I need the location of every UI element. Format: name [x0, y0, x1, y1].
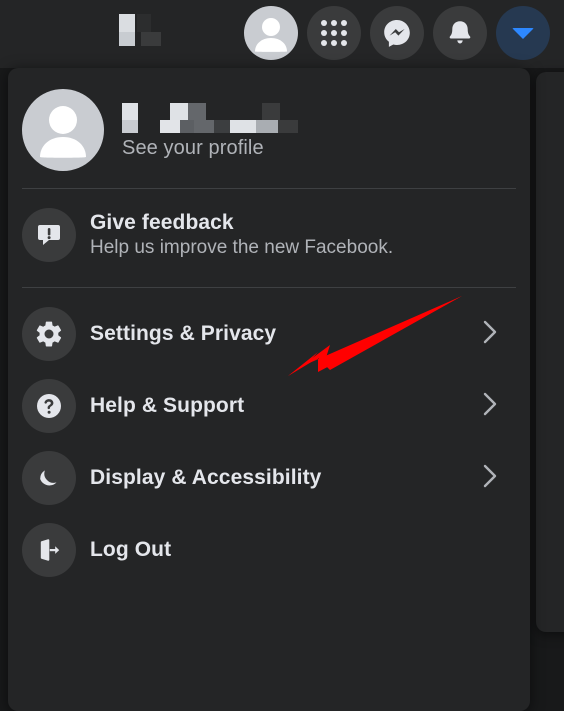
account-caret-button[interactable] — [496, 6, 550, 60]
feedback-icon — [38, 225, 60, 245]
topbar-name-redaction — [119, 14, 165, 52]
gear-icon — [36, 321, 62, 347]
divider — [22, 287, 516, 288]
account-dropdown-menu: See your profile Give feedback Help us i… — [8, 68, 530, 711]
notifications-button[interactable] — [433, 6, 487, 60]
person-icon — [255, 18, 287, 52]
background-panel-edge — [536, 72, 564, 632]
messenger-icon — [384, 20, 410, 47]
menu-item-display-accessibility[interactable]: Display & Accessibility — [8, 442, 530, 514]
chevron-right-icon — [478, 317, 502, 352]
menu-item-log-out[interactable]: Log Out — [8, 514, 530, 586]
see-your-profile-row[interactable]: See your profile — [8, 68, 530, 172]
person-icon — [40, 106, 86, 158]
chevron-down-icon — [512, 27, 534, 39]
menu-item-title: Settings & Privacy — [90, 322, 277, 345]
menu-item-title: Log Out — [90, 538, 172, 561]
logout-door-icon — [40, 539, 60, 561]
topbar-icon-group — [244, 6, 550, 60]
messenger-button[interactable] — [370, 6, 424, 60]
chevron-right-icon — [478, 389, 502, 424]
moon-icon-wrap — [22, 451, 76, 505]
menu-item-title: Help & Support — [90, 394, 245, 417]
chevron-right-icon — [478, 461, 502, 496]
top-navigation-bar — [0, 0, 564, 68]
see-your-profile-label: See your profile — [122, 136, 264, 159]
feedback-icon-wrap — [22, 208, 76, 262]
profile-name-redaction — [122, 102, 302, 133]
question-mark-icon-wrap — [22, 379, 76, 433]
menu-item-subtitle: Help us improve the new Facebook. — [90, 237, 394, 258]
gear-icon-wrap — [22, 307, 76, 361]
profile-avatar-small[interactable] — [244, 6, 298, 60]
avatar — [22, 89, 104, 171]
menu-item-help-support[interactable]: Help & Support — [8, 370, 530, 442]
menu-item-title: Give feedback — [90, 211, 234, 234]
menu-item-settings-privacy[interactable]: Settings & Privacy — [8, 298, 530, 370]
menu-item-give-feedback[interactable]: Give feedback Help us improve the new Fa… — [8, 199, 530, 271]
question-mark-icon — [37, 394, 61, 418]
notifications-bell-icon — [449, 21, 471, 44]
menu-grid-button[interactable] — [307, 6, 361, 60]
divider — [22, 188, 516, 189]
menu-grid-icon — [321, 20, 347, 46]
logout-door-icon-wrap — [22, 523, 76, 577]
moon-icon — [40, 470, 57, 486]
menu-item-title: Display & Accessibility — [90, 466, 322, 489]
